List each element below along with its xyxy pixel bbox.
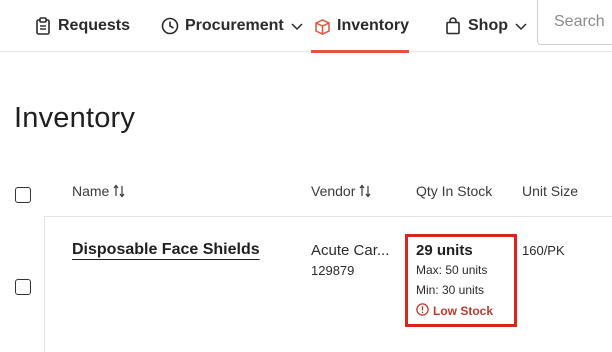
sort-icon[interactable] bbox=[359, 184, 371, 198]
qty-max: Max: 50 units bbox=[416, 263, 488, 277]
chevron-down-icon bbox=[290, 19, 304, 33]
nav-shop[interactable]: Shop bbox=[444, 0, 528, 52]
page-title: Inventory bbox=[14, 102, 136, 134]
low-stock-label: Low Stock bbox=[433, 304, 494, 318]
nav-shop-label: Shop bbox=[468, 17, 508, 34]
search-input[interactable]: Search bbox=[537, 0, 612, 45]
column-header-vendor-label: Vendor bbox=[311, 183, 356, 199]
alert-circle-icon bbox=[416, 303, 429, 319]
item-name-link[interactable]: Disposable Face Shields bbox=[72, 241, 260, 259]
top-nav: Requests Procurement Inventory Shop Sear… bbox=[0, 0, 612, 53]
nav-requests-label: Requests bbox=[58, 17, 131, 34]
row-checkbox[interactable] bbox=[15, 279, 31, 295]
shopping-bag-icon bbox=[444, 17, 462, 35]
nav-procurement[interactable]: Procurement bbox=[161, 0, 304, 52]
column-header-unit-size: Unit Size bbox=[522, 183, 578, 199]
select-all-checkbox[interactable] bbox=[15, 187, 31, 203]
unit-size: 160/PK bbox=[522, 243, 565, 258]
clock-icon bbox=[161, 17, 179, 35]
vendor-name: Acute Car... bbox=[311, 242, 390, 259]
chevron-down-icon bbox=[514, 19, 528, 33]
nav-inventory-label: Inventory bbox=[337, 17, 410, 34]
column-header-qty-label: Qty In Stock bbox=[416, 183, 493, 199]
nav-inventory[interactable]: Inventory bbox=[313, 0, 409, 52]
box-icon bbox=[313, 17, 331, 35]
column-header-unit-size-label: Unit Size bbox=[522, 183, 579, 199]
qty-min: Min: 30 units bbox=[416, 283, 485, 297]
column-header-name-label: Name bbox=[72, 183, 110, 199]
sort-icon[interactable] bbox=[113, 184, 125, 198]
nav-procurement-label: Procurement bbox=[185, 17, 284, 34]
column-header-qty: Qty In Stock bbox=[416, 183, 492, 199]
nav-requests[interactable]: Requests bbox=[34, 0, 130, 52]
clipboard-icon bbox=[34, 17, 52, 35]
column-header-name[interactable]: Name bbox=[72, 183, 125, 199]
search-placeholder: Search bbox=[554, 13, 605, 30]
vendor-id: 129879 bbox=[311, 263, 355, 278]
column-header-vendor[interactable]: Vendor bbox=[311, 183, 371, 199]
active-tab-indicator bbox=[311, 50, 409, 53]
qty-in-stock: 29 units bbox=[416, 242, 473, 259]
low-stock-badge: Low Stock bbox=[416, 303, 493, 319]
table-row[interactable] bbox=[44, 216, 612, 352]
